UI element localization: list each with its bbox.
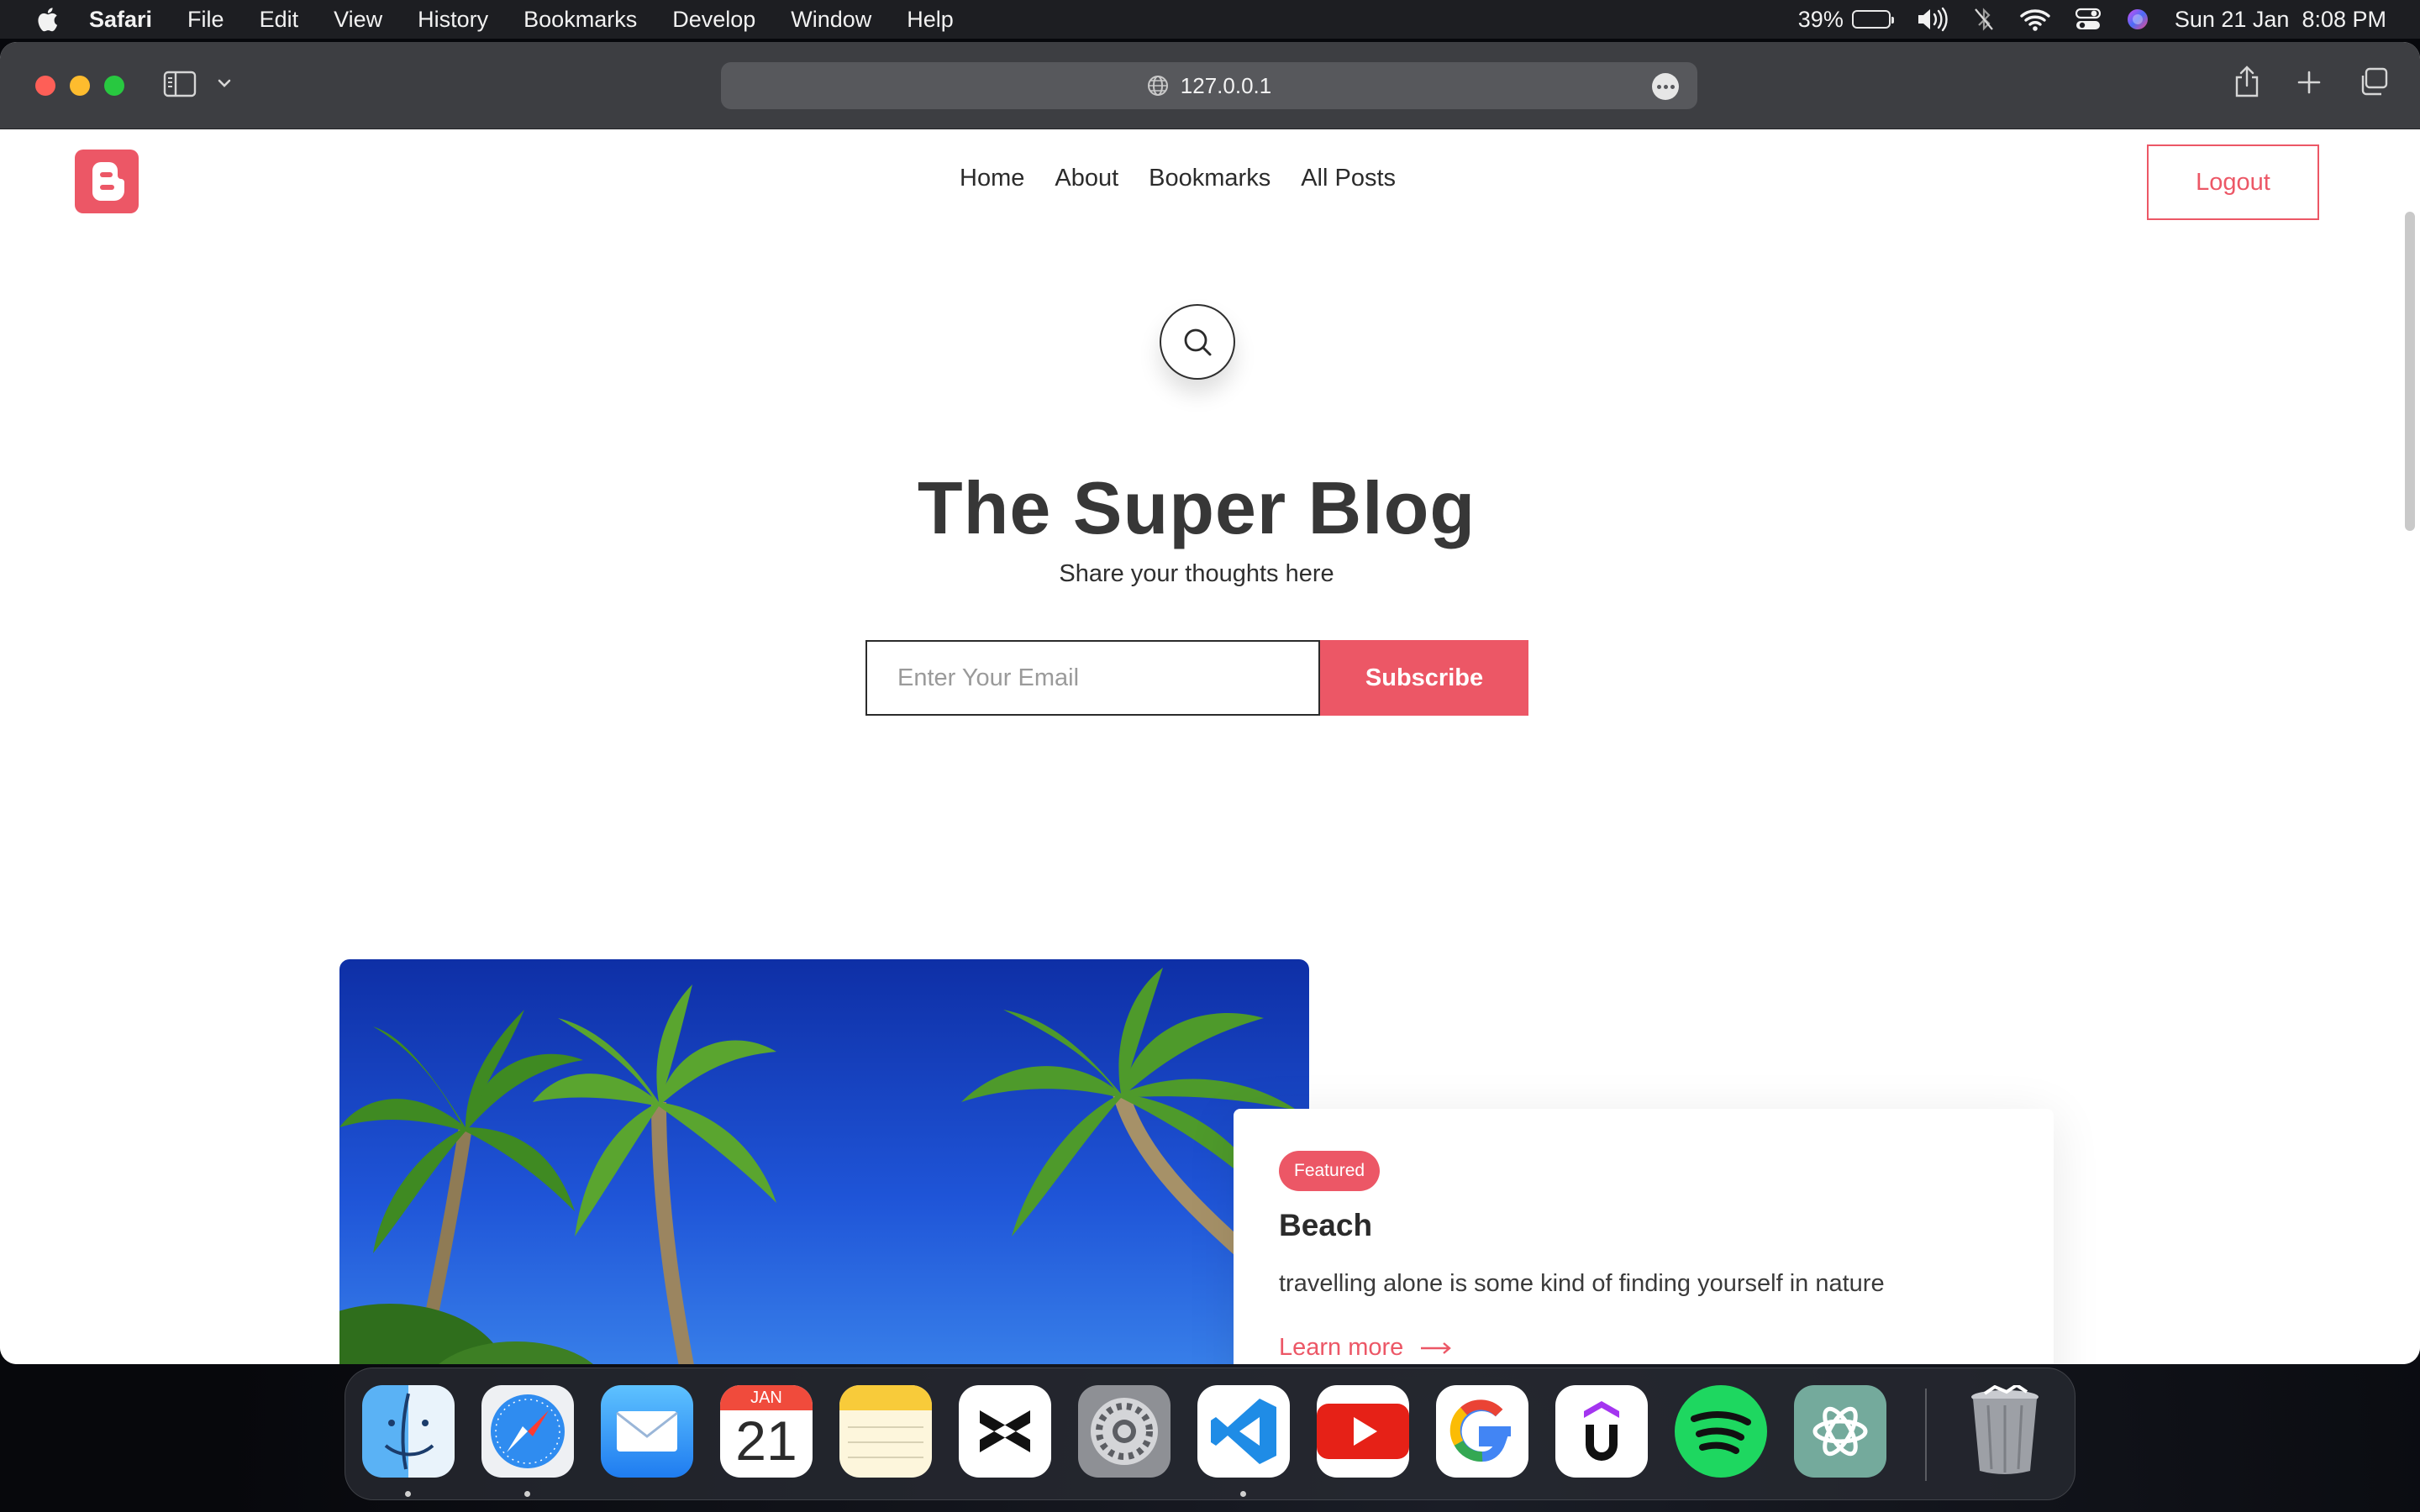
udemy-icon[interactable] (1555, 1385, 1648, 1478)
youtube-icon[interactable] (1317, 1385, 1409, 1478)
nav-home[interactable]: Home (960, 165, 1024, 192)
page-scrollbar[interactable] (2405, 212, 2415, 531)
spotify-icon[interactable] (1675, 1385, 1767, 1478)
post-title[interactable]: Beach (1279, 1208, 1372, 1243)
mail-icon[interactable] (601, 1385, 693, 1478)
battery-percent: 39% (1797, 6, 1844, 32)
featured-post-image[interactable] (339, 959, 1309, 1364)
address-bar[interactable]: 127.0.0.1 (721, 62, 1697, 109)
new-tab-icon[interactable] (2296, 66, 2323, 97)
nav-bookmarks[interactable]: Bookmarks (1149, 165, 1270, 192)
menu-bar: Safari File Edit View History Bookmarks … (0, 0, 2420, 39)
status-area: 39% Sun 21 Jan 8:08 PM (1798, 0, 2386, 39)
control-center-icon[interactable] (2075, 8, 2101, 31)
menu-window[interactable]: Window (791, 7, 871, 33)
menu-bookmarks[interactable]: Bookmarks (523, 7, 637, 33)
google-icon[interactable] (1436, 1385, 1528, 1478)
arrow-right-icon (1421, 1341, 1452, 1354)
safari-window: 127.0.0.1 Home About Bookmarks All Posts… (0, 42, 2420, 1364)
window-controls (35, 75, 124, 96)
sidebar-toggle-icon[interactable] (163, 71, 197, 97)
close-window-button[interactable] (35, 75, 55, 96)
zoom-window-button[interactable] (104, 75, 124, 96)
safari-icon[interactable] (481, 1385, 574, 1478)
subscribe-form: Subscribe (865, 640, 1528, 716)
globe-icon (1147, 76, 1168, 96)
capcut-icon[interactable] (959, 1385, 1051, 1478)
chatgpt-icon[interactable] (1794, 1385, 1886, 1478)
search-button[interactable] (1160, 304, 1235, 380)
notes-icon[interactable] (839, 1385, 932, 1478)
menu-file[interactable]: File (187, 7, 224, 33)
share-icon[interactable] (2233, 66, 2260, 97)
tab-overview-icon[interactable] (2358, 66, 2390, 97)
trash-icon[interactable] (1959, 1385, 2051, 1478)
nav-all-posts[interactable]: All Posts (1301, 165, 1396, 192)
web-page: Home About Bookmarks All Posts Logout Th… (0, 129, 2420, 1364)
nav-about[interactable]: About (1055, 165, 1118, 192)
dock-separator (1925, 1389, 1927, 1481)
toolbar-actions (2233, 66, 2390, 97)
browser-toolbar: 127.0.0.1 (0, 42, 2420, 129)
safari-running-indicator (524, 1491, 530, 1497)
vscode-icon[interactable] (1197, 1385, 1290, 1478)
volume-icon[interactable] (1916, 7, 1948, 32)
blogger-logo-icon (92, 162, 124, 201)
calendar-icon[interactable]: JAN 21 (720, 1385, 813, 1478)
menubar-clock[interactable]: Sun 21 Jan 8:08 PM (2175, 7, 2386, 33)
calendar-month: JAN (720, 1385, 813, 1410)
beach-palm-trees-image (339, 959, 1309, 1364)
apple-logo-icon[interactable] (34, 5, 59, 34)
battery-icon (1851, 10, 1894, 29)
subscribe-button[interactable]: Subscribe (1320, 640, 1528, 716)
post-excerpt: travelling alone is some kind of finding… (1279, 1270, 1885, 1297)
finder-running-indicator (405, 1491, 411, 1497)
bluetooth-off-icon[interactable] (1973, 7, 1995, 32)
featured-badge: Featured (1279, 1151, 1381, 1191)
page-menu-icon[interactable] (1652, 73, 1679, 100)
vscode-running-indicator (1240, 1491, 1246, 1497)
learn-more-label: Learn more (1279, 1334, 1404, 1361)
menu-develop[interactable]: Develop (672, 7, 755, 33)
menu-view[interactable]: View (334, 7, 382, 33)
finder-icon[interactable] (362, 1385, 455, 1478)
search-icon (1184, 328, 1212, 356)
siri-icon[interactable] (2126, 8, 2149, 31)
chevron-down-icon[interactable] (217, 76, 232, 91)
system-settings-icon[interactable] (1078, 1385, 1171, 1478)
menu-help[interactable]: Help (907, 7, 954, 33)
learn-more-link[interactable]: Learn more (1279, 1334, 1452, 1362)
menu-edit[interactable]: Edit (260, 7, 299, 33)
page-subtitle: Share your thoughts here (1059, 560, 1334, 587)
minimize-window-button[interactable] (70, 75, 90, 96)
logout-button[interactable]: Logout (2147, 144, 2319, 220)
wifi-icon[interactable] (2020, 8, 2050, 31)
main-nav: Home About Bookmarks All Posts (960, 165, 1396, 192)
featured-post-card: Featured Beach travelling alone is some … (1234, 1109, 2054, 1364)
calendar-day: 21 (735, 1410, 797, 1472)
blogger-logo[interactable] (75, 150, 139, 213)
menu-app-name[interactable]: Safari (89, 7, 152, 33)
url-text: 127.0.0.1 (1180, 72, 1272, 98)
battery-status[interactable]: 39% (1797, 6, 1894, 33)
email-field[interactable] (865, 640, 1320, 716)
dock: JAN 21 (345, 1368, 2075, 1500)
page-title: The Super Blog (917, 466, 1476, 549)
menu-history[interactable]: History (418, 7, 488, 33)
